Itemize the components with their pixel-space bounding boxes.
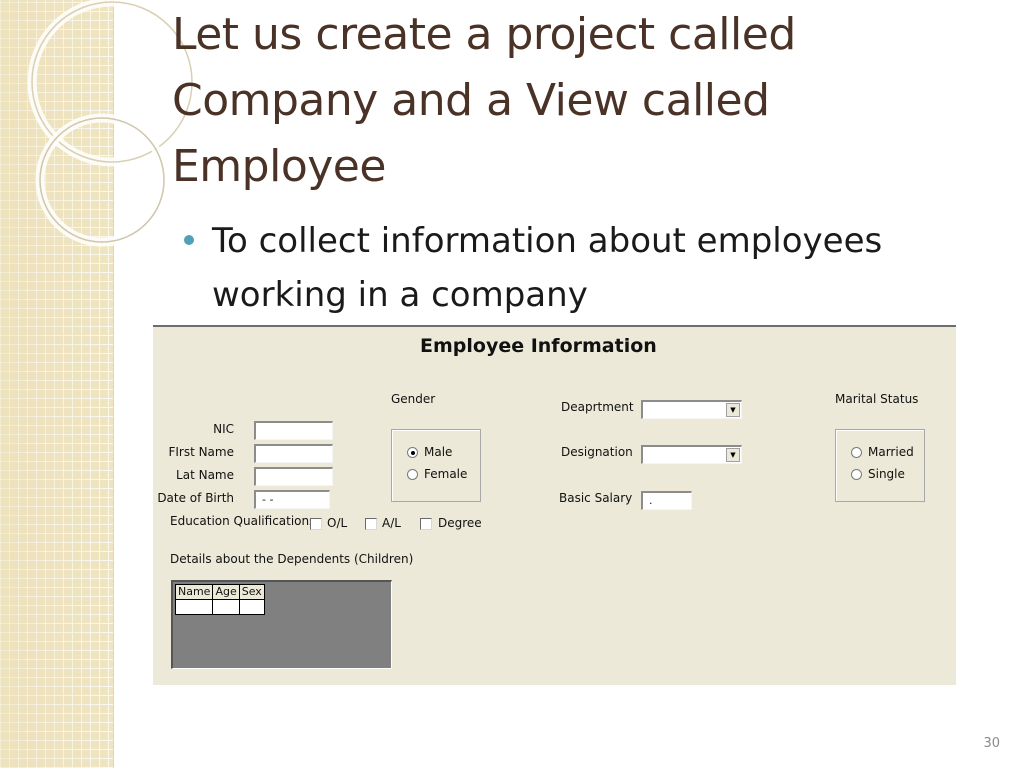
dependents-label: Details about the Dependents (Children)	[170, 552, 414, 566]
chevron-down-icon[interactable]: ▼	[726, 448, 740, 462]
female-radio[interactable]	[407, 469, 418, 480]
grid-column-header[interactable]: Name	[174, 584, 214, 600]
female-radio-label: Female	[424, 467, 468, 481]
bullet-text-line: To collect information about employees	[212, 221, 883, 261]
single-radio[interactable]	[851, 469, 862, 480]
male-radio[interactable]	[407, 447, 418, 458]
slide-title: Let us create a project called Company a…	[172, 2, 872, 200]
gender-label: Gender	[391, 392, 436, 406]
slide-title-line: Let us create a project called	[172, 9, 796, 60]
marital-status-frame	[835, 429, 925, 502]
first-name-field[interactable]	[254, 444, 333, 463]
designation-label: Designation	[561, 445, 633, 459]
al-checkbox-label: A/L	[382, 516, 401, 530]
dob-label: Date of Birth	[157, 491, 234, 505]
designation-dropdown[interactable]: ▼	[641, 445, 742, 464]
bullet-text-line: working in a company	[212, 275, 588, 315]
dob-field[interactable]: - -	[254, 490, 330, 509]
nic-field[interactable]	[254, 421, 333, 440]
single-radio-label: Single	[868, 467, 905, 481]
employee-form-screenshot: Employee Information NIC FIrst Name Lat …	[153, 325, 956, 685]
dependents-table[interactable]: Name Age Sex	[174, 584, 265, 615]
ol-checkbox[interactable]	[310, 518, 322, 530]
chevron-down-icon[interactable]: ▼	[726, 403, 740, 417]
form-title: Employee Information	[420, 335, 657, 357]
basic-salary-field[interactable]: .	[641, 491, 692, 510]
last-name-field[interactable]	[254, 467, 333, 486]
nic-label: NIC	[213, 422, 234, 436]
last-name-label: Lat Name	[176, 468, 234, 482]
bullet-dot-icon	[184, 235, 194, 245]
grid-cell[interactable]	[174, 599, 214, 615]
degree-checkbox[interactable]	[420, 518, 432, 530]
grid-cell[interactable]	[238, 599, 265, 615]
table-row[interactable]	[174, 599, 265, 615]
page-number: 30	[983, 736, 1000, 751]
department-label: Deaprtment	[561, 400, 634, 414]
grid-cell[interactable]	[212, 599, 240, 615]
grid-column-header[interactable]: Sex	[238, 584, 265, 600]
slide-title-line: Employee	[172, 141, 386, 192]
married-radio[interactable]	[851, 447, 862, 458]
degree-checkbox-label: Degree	[438, 516, 482, 530]
basic-salary-label: Basic Salary	[559, 491, 633, 505]
education-label: Education Qualifications	[170, 514, 316, 528]
first-name-label: FIrst Name	[168, 445, 234, 459]
dependents-grid[interactable]: Name Age Sex	[171, 580, 392, 669]
al-checkbox[interactable]	[365, 518, 377, 530]
ol-checkbox-label: O/L	[327, 516, 348, 530]
grid-column-header[interactable]: Age	[212, 584, 240, 600]
department-dropdown[interactable]: ▼	[641, 400, 742, 419]
bullet-text: To collect information about employees w…	[212, 214, 972, 322]
slide-title-line: Company and a View called	[172, 75, 770, 126]
male-radio-label: Male	[424, 445, 453, 459]
decorative-circles	[27, 0, 197, 247]
gender-frame	[391, 429, 481, 502]
marital-status-label: Marital Status	[835, 392, 919, 406]
married-radio-label: Married	[868, 445, 914, 459]
